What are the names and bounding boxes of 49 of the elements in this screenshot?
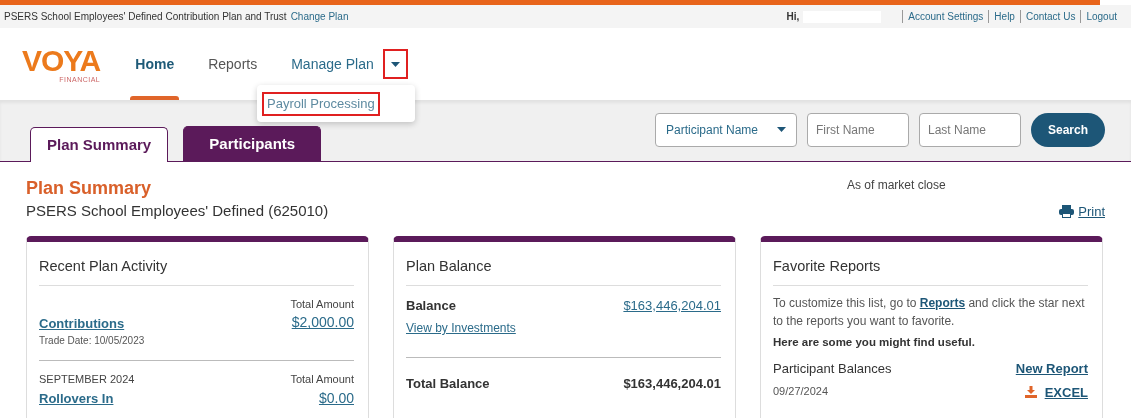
amount-header: Total Amount	[290, 372, 354, 388]
input-field[interactable]: First Name	[806, 112, 909, 147]
plan-subtitle: PSERS School Employees' Defined (625010)	[26, 200, 329, 221]
activity-link[interactable]: Contributions	[39, 313, 125, 334]
logo: VOYA	[22, 45, 101, 76]
top-link[interactable]: Contact Us	[1025, 9, 1076, 24]
filter-dropdown[interactable]: Participant Name	[654, 112, 797, 147]
amount-header: Total Amount	[290, 296, 354, 312]
balance-label: Balance	[406, 296, 456, 315]
caret-icon	[390, 61, 400, 67]
new-report-link[interactable]: New Report	[1015, 359, 1088, 379]
top-link[interactable]: Help	[994, 9, 1015, 24]
dropdown-button[interactable]	[382, 49, 408, 79]
printer-icon	[1059, 205, 1075, 219]
trade-date: Trade Date: 10/05/2023	[39, 334, 146, 349]
card-title: Favorite Reports	[773, 250, 1088, 286]
card-title: Recent Plan Activity	[39, 250, 354, 286]
top-link[interactable]: Account Settings	[908, 9, 984, 24]
top-link[interactable]: Logout	[1086, 9, 1117, 24]
page-title: Plan Summary	[26, 178, 153, 200]
input-field[interactable]: Last Name	[918, 112, 1021, 147]
card-title: Plan Balance	[406, 250, 721, 286]
menu-item[interactable]: Payroll Processing	[262, 92, 380, 116]
amount-link[interactable]: $0.00	[318, 387, 354, 409]
nav-link[interactable]: Home	[130, 28, 180, 100]
reports-link[interactable]: Reports	[919, 295, 966, 310]
nav-link[interactable]: Reports	[203, 28, 263, 100]
change-plan-link[interactable]: Change Plan	[290, 9, 349, 24]
report-date: 09/27/2024	[773, 383, 829, 399]
download-icon	[1024, 386, 1037, 399]
total-label: Total Balance	[406, 375, 490, 394]
excel-link[interactable]: EXCEL	[1024, 382, 1088, 403]
hint-text: Here are some you might find useful.	[773, 334, 976, 350]
activity-link[interactable]: Rollovers In	[39, 389, 114, 409]
caret-icon	[776, 127, 786, 132]
period-label: SEPTEMBER 2024	[39, 372, 135, 388]
as-of-text: As of market close	[847, 177, 946, 194]
total-value: $163,446,204.01	[623, 375, 721, 394]
amount-link[interactable]: $2,000.00	[291, 312, 354, 334]
investments-link[interactable]: View by Investments	[406, 321, 516, 336]
print-link[interactable]: Print	[1059, 202, 1105, 222]
tab[interactable]: Participants	[183, 125, 322, 161]
balance-link[interactable]: $163,446,204.01	[623, 295, 721, 316]
plan-name: PSERS School Employees' Defined Contribution Plan and Trust	[4, 10, 287, 24]
report-name: Participant Balances	[773, 360, 892, 379]
greeting: Hi,	[786, 10, 800, 24]
search-button[interactable]: Search	[1030, 112, 1105, 147]
tab[interactable]: Plan Summary	[30, 126, 169, 162]
intro-text: To customize this list, go to Reports and click the star next to the reports you want to favorite.	[773, 294, 1086, 330]
